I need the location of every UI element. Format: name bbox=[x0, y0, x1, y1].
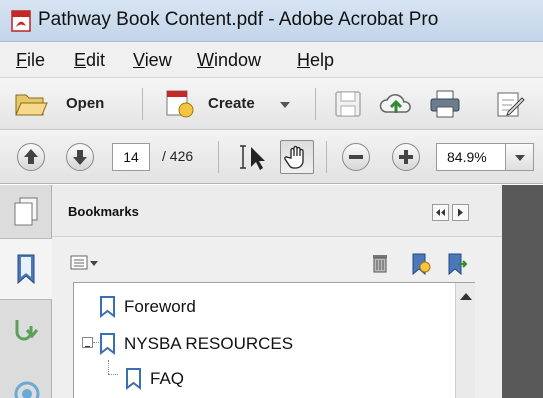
scroll-up-icon bbox=[460, 293, 472, 300]
window-title: Pathway Book Content.pdf - Adobe Acrobat… bbox=[38, 9, 439, 30]
tree-item-label: NYSBA RESOURCES bbox=[124, 334, 294, 353]
pages-icon[interactable] bbox=[12, 196, 40, 228]
tree-connector bbox=[108, 360, 109, 374]
zoom-dropdown-button[interactable] bbox=[506, 143, 534, 171]
menu-file[interactable]: File bbox=[16, 50, 45, 71]
bookmark-icon bbox=[17, 254, 35, 285]
bookmarks-tab[interactable] bbox=[0, 238, 52, 300]
create-label: Create bbox=[208, 95, 255, 112]
menu-view-mnemonic: V bbox=[133, 50, 145, 70]
bookmark-icon bbox=[126, 368, 141, 391]
page-down-icon bbox=[73, 150, 87, 165]
title-bar: Pathway Book Content.pdf - Adobe Acrobat… bbox=[0, 0, 543, 42]
tree-item[interactable]: NYSBA RESOURCES bbox=[98, 329, 398, 359]
toolbar-divider bbox=[218, 141, 219, 173]
menu-window-mnemonic: W bbox=[197, 50, 214, 70]
open-button[interactable]: Open bbox=[10, 86, 122, 122]
new-bookmark-icon[interactable] bbox=[408, 252, 432, 276]
tree-item[interactable]: Foreword bbox=[98, 292, 398, 322]
tree-connector bbox=[108, 374, 118, 375]
menu-window-label: indow bbox=[214, 50, 262, 70]
trash-icon[interactable] bbox=[370, 252, 390, 274]
chevron-down-icon bbox=[280, 102, 290, 108]
menu-window[interactable]: Window bbox=[197, 50, 261, 71]
menu-edit[interactable]: Edit bbox=[74, 50, 105, 71]
options-menu-button[interactable] bbox=[70, 254, 100, 272]
chevron-right-icon bbox=[458, 208, 463, 217]
expand-panel-button[interactable] bbox=[452, 204, 469, 221]
cloud-upload-icon[interactable] bbox=[378, 88, 414, 120]
toolbar-divider bbox=[326, 141, 327, 173]
menu-view-label: iew bbox=[144, 50, 172, 70]
menu-file-label: ile bbox=[27, 50, 46, 70]
chevron-down-icon bbox=[515, 155, 525, 161]
select-text-icon[interactable] bbox=[236, 142, 270, 172]
page-up-icon bbox=[24, 149, 38, 164]
collapse-tree-icon bbox=[85, 346, 90, 347]
menu-view[interactable]: View bbox=[133, 50, 172, 71]
menu-help[interactable]: Help bbox=[297, 50, 334, 71]
next-page-button[interactable] bbox=[66, 143, 94, 171]
edit-sign-icon[interactable] bbox=[494, 88, 526, 120]
folder-open-icon bbox=[15, 94, 48, 116]
vertical-scrollbar[interactable] bbox=[455, 283, 475, 398]
menu-file-mnemonic: F bbox=[16, 50, 27, 70]
collapse-panel-button[interactable] bbox=[432, 204, 449, 221]
expand-bookmark-icon[interactable] bbox=[445, 252, 469, 276]
signatures-icon[interactable] bbox=[13, 316, 41, 346]
page-number-input[interactable]: 14 bbox=[112, 143, 150, 171]
collapse-icon bbox=[436, 209, 445, 216]
toolbar-divider bbox=[142, 88, 143, 120]
bookmark-icon bbox=[100, 333, 115, 356]
toolbar-divider bbox=[315, 88, 316, 120]
document-area bbox=[502, 185, 543, 398]
bookmarks-toolbar bbox=[52, 237, 502, 281]
menu-bar: File Edit View Window Help bbox=[0, 42, 543, 78]
tree-item-label: FAQ bbox=[150, 369, 185, 388]
previous-page-button[interactable] bbox=[17, 143, 45, 171]
menu-edit-mnemonic: E bbox=[74, 50, 87, 70]
bookmark-icon bbox=[100, 296, 115, 319]
print-icon[interactable] bbox=[428, 88, 462, 120]
tree-item-label: Foreword bbox=[124, 297, 196, 316]
page-total: / 426 bbox=[162, 148, 194, 164]
layers-icon[interactable] bbox=[13, 380, 41, 398]
menu-edit-label: dit bbox=[86, 50, 106, 70]
zoom-out-button[interactable] bbox=[342, 143, 370, 171]
create-button[interactable]: Create bbox=[160, 86, 300, 122]
hand-tool-button[interactable] bbox=[280, 140, 314, 174]
tree-item[interactable]: FAQ bbox=[124, 364, 384, 394]
zoom-in-button[interactable] bbox=[392, 143, 420, 171]
panel-title: Bookmarks bbox=[68, 204, 139, 219]
tree-toggle[interactable] bbox=[82, 337, 93, 348]
open-label: Open bbox=[66, 95, 105, 112]
zoom-out-icon bbox=[349, 155, 363, 159]
menu-help-label: elp bbox=[310, 50, 335, 70]
options-icon bbox=[70, 255, 98, 270]
menu-help-mnemonic: H bbox=[297, 50, 310, 70]
save-icon[interactable] bbox=[332, 88, 364, 120]
hand-tool-icon bbox=[284, 145, 304, 169]
zoom-in-icon bbox=[399, 150, 413, 164]
create-pdf-icon bbox=[166, 90, 194, 118]
pdf-app-icon bbox=[11, 10, 31, 32]
zoom-level-input[interactable]: 84.9% bbox=[436, 143, 506, 171]
